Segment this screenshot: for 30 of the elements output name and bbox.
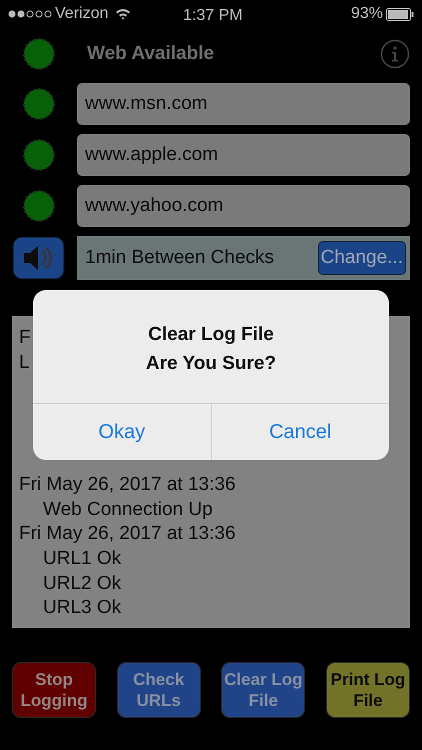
info-icon <box>380 39 410 69</box>
url-field[interactable]: www.msn.com <box>77 83 410 125</box>
clock-time: 1:37 PM <box>183 6 243 26</box>
speaker-button-icon <box>12 236 65 280</box>
action-button[interactable]: Check URLs <box>116 662 201 718</box>
alert-button[interactable]: Cancel <box>210 404 389 460</box>
url-field[interactable]: www.apple.com <box>77 134 410 176</box>
alert-title: Clear Log File <box>148 322 274 346</box>
log-line: L <box>19 352 30 373</box>
change-button[interactable]: Change... <box>318 241 406 275</box>
interval-text: 1min Between Checks <box>85 246 274 270</box>
battery-percent: 93% <box>350 4 383 24</box>
url-field[interactable]: www.yahoo.com <box>77 185 410 227</box>
log-line: URL1 Ok <box>43 548 122 569</box>
battery-icon <box>386 8 414 20</box>
carrier-name: Verizon <box>55 4 108 24</box>
signal-icon <box>8 9 52 19</box>
action-button[interactable]: Clear Log File <box>221 662 306 718</box>
alert-message: Are You Sure? <box>146 352 276 376</box>
action-button[interactable]: Stop Logging <box>12 662 96 718</box>
log-line: Fri May 26, 2017 at 13:36 <box>19 523 236 544</box>
log-line: URL3 Ok <box>43 597 122 618</box>
log-line: Fri May 26, 2017 at 13:36 <box>19 474 236 496</box>
status-label: Web Available <box>87 42 214 66</box>
log-line: URL2 Ok <box>43 572 122 594</box>
alert-button[interactable]: Okay <box>33 404 210 460</box>
wifi-icon <box>115 8 132 20</box>
log-line: F <box>19 327 31 348</box>
log-line: Web Connection Up <box>43 498 213 520</box>
action-button[interactable]: Print Log File <box>326 662 410 718</box>
